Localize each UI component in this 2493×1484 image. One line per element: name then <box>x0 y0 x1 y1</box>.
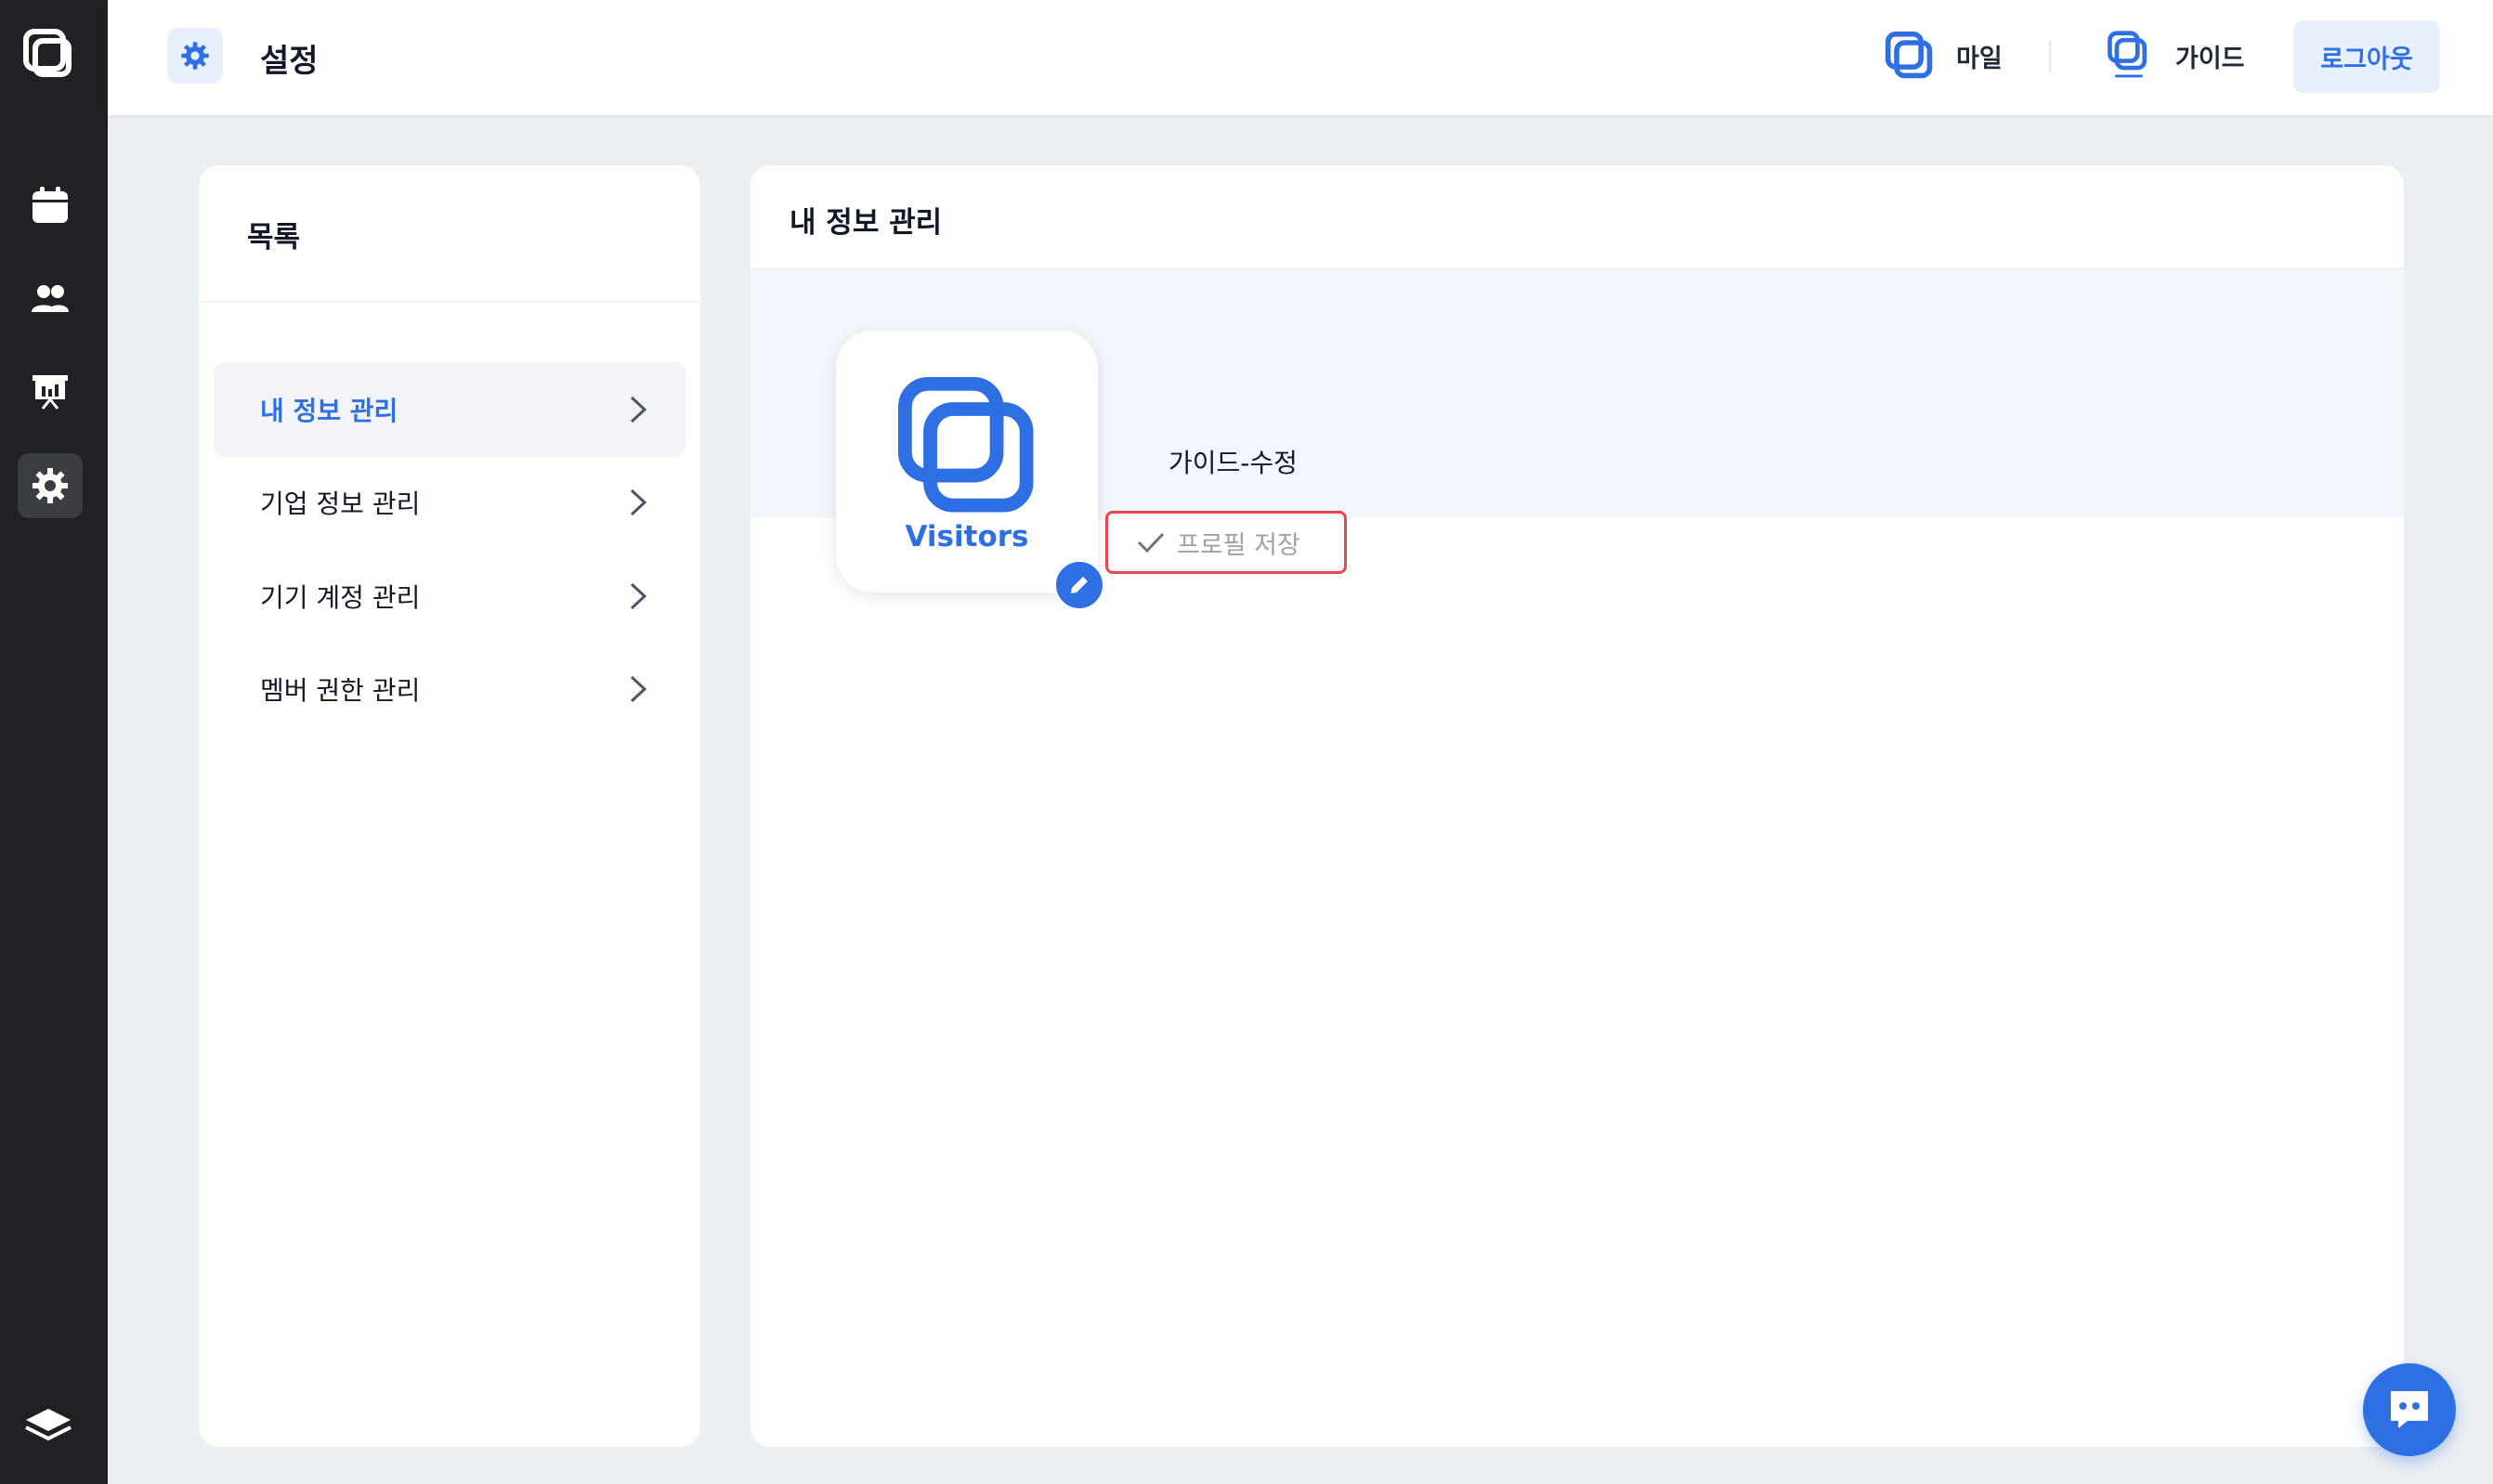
pencil-icon <box>1071 577 1088 593</box>
header-link-label: 마일 <box>1956 44 2003 73</box>
section-title: 내 정보 관리 <box>751 165 2404 269</box>
visitors-logo-icon <box>1885 31 1933 79</box>
header-link-guide[interactable]: 가이드 <box>2103 26 2245 85</box>
page-title: 설정 <box>260 43 319 80</box>
layers-icon[interactable] <box>20 1398 76 1453</box>
avatar-brand-text: Visitors <box>905 520 1029 553</box>
settings-title-icon <box>167 28 223 84</box>
people-icon[interactable] <box>18 267 83 332</box>
profile-card: 내 정보 관리 Visitors 프로필 저장 <box>751 165 2404 1447</box>
avatar[interactable]: Visitors <box>836 331 1098 592</box>
app-logo-icon[interactable] <box>20 26 76 82</box>
menu-item-label: 멤버 권한 관리 <box>260 675 421 706</box>
chat-icon <box>2391 1391 2428 1428</box>
calendar-icon[interactable] <box>18 173 83 238</box>
menu-item-my-info[interactable]: 내 정보 관리 <box>214 362 685 457</box>
menu-item-member-permissions[interactable]: 멤버 권한 관리 <box>214 642 685 736</box>
check-icon <box>1137 532 1165 553</box>
visitors-logo-icon <box>898 377 1034 513</box>
top-bar: 설정 마일 가이드 로그아웃 <box>108 0 2493 115</box>
menu-item-label: 기업 정보 관리 <box>260 488 421 519</box>
chevron-right-icon <box>630 675 647 703</box>
header-link-mail[interactable]: 마일 <box>1884 26 2003 85</box>
chevron-right-icon <box>630 488 647 516</box>
edit-avatar-button[interactable] <box>1053 559 1105 611</box>
name-input[interactable] <box>1135 423 1572 500</box>
presentation-icon[interactable] <box>18 359 83 424</box>
logout-button[interactable]: 로그아웃 <box>2293 20 2440 93</box>
visitors-guide-logo-icon <box>2108 31 2147 78</box>
menu-title: 목록 <box>199 165 700 303</box>
save-profile-button[interactable]: 프로필 저장 <box>1105 511 1347 574</box>
header-divider <box>2049 41 2051 72</box>
chevron-right-icon <box>630 582 647 610</box>
settings-menu-card: 목록 내 정보 관리 기업 정보 관리 기기 계정 관리 멤버 권한 관리 <box>199 165 700 1447</box>
header-link-label: 가이드 <box>2175 44 2245 73</box>
menu-item-device-accounts[interactable]: 기기 계정 관리 <box>214 549 685 644</box>
menu-item-label: 내 정보 관리 <box>260 396 398 426</box>
save-profile-label: 프로필 저장 <box>1177 530 1300 560</box>
chat-button[interactable] <box>2363 1363 2456 1456</box>
menu-item-company-info[interactable]: 기업 정보 관리 <box>214 455 685 550</box>
nav-rail <box>0 0 108 1484</box>
gear-icon[interactable] <box>18 453 83 518</box>
menu-item-label: 기기 계정 관리 <box>260 582 421 613</box>
chevron-right-icon <box>630 396 647 423</box>
